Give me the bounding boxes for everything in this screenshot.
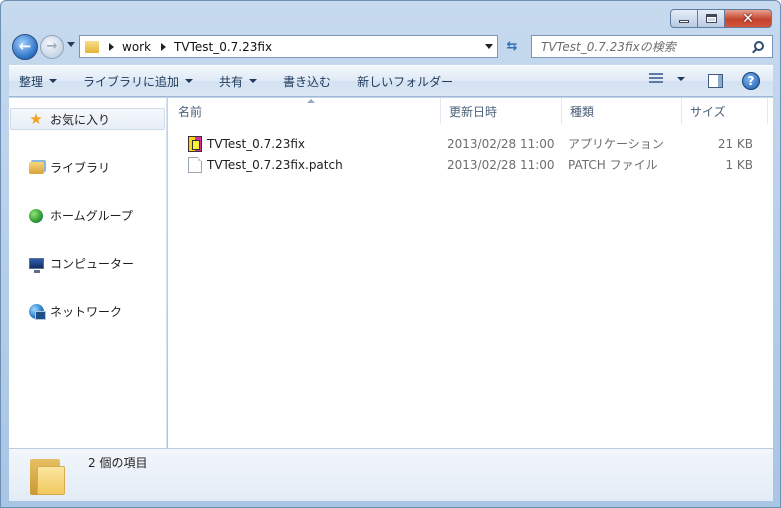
address-dropdown-icon[interactable] [485, 44, 493, 49]
organize-label: 整理 [19, 74, 44, 89]
organize-button[interactable]: 整理 [9, 70, 67, 92]
item-count: 2 個の項目 [88, 456, 148, 470]
burn-label: 書き込む [283, 74, 332, 89]
folder-icon [30, 457, 65, 495]
homegroup-icon [28, 208, 44, 224]
recent-pages-dropdown[interactable] [67, 42, 75, 47]
library-icon [28, 160, 44, 176]
forward-button[interactable]: → [40, 35, 64, 59]
file-size: 21 KB [717, 136, 753, 151]
file-list: 名前 更新日時 種類 サイズ TVTest_0.7.23fix 2013/02/… [168, 98, 773, 448]
sidebar-item-favorites[interactable]: ★ お気に入り [10, 108, 165, 130]
table-row[interactable]: TVTest_0.7.23fix.patch 2013/02/28 11:00 … [168, 154, 768, 175]
folder-icon [85, 40, 99, 53]
column-header-date[interactable]: 更新日時 [441, 98, 562, 124]
add-to-library-label: ライブラリに追加 [83, 74, 180, 89]
computer-icon [28, 256, 44, 273]
breadcrumb-work[interactable]: work [122, 40, 151, 54]
explorer-window: ✕ ← → work TVTest_0.7.23fix ⇆ TVTest_0.7… [0, 0, 781, 508]
change-view-button[interactable] [649, 73, 685, 85]
share-button[interactable]: 共有 [209, 70, 267, 92]
command-bar: 整理 ライブラリに追加 共有 書き込む 新しいフォルダー ? [9, 65, 773, 97]
column-header-type[interactable]: 種類 [562, 98, 682, 124]
view-details-icon [649, 73, 663, 85]
file-date: 2013/02/28 11:00 [447, 157, 555, 172]
column-header-name[interactable]: 名前 [168, 98, 441, 124]
refresh-button[interactable]: ⇆ [501, 35, 523, 58]
forward-arrow-icon: → [46, 38, 58, 54]
column-date-label: 更新日時 [449, 104, 498, 119]
address-bar[interactable]: work TVTest_0.7.23fix [79, 35, 498, 58]
burn-button[interactable]: 書き込む [273, 70, 341, 92]
close-icon: ✕ [742, 10, 754, 27]
file-type: アプリケーション [568, 137, 664, 151]
maximize-button[interactable] [698, 9, 725, 28]
new-folder-button[interactable]: 新しいフォルダー [347, 70, 463, 92]
sidebar-item-label: ライブラリ [50, 161, 111, 175]
sort-ascending-icon [307, 99, 315, 103]
chevron-down-icon [185, 79, 194, 83]
search-placeholder: TVTest_0.7.23fixの検索 [541, 40, 676, 54]
sidebar-item-label: ホームグループ [50, 209, 133, 223]
breadcrumb-chevron-icon[interactable] [109, 42, 114, 51]
close-button[interactable]: ✕ [725, 9, 772, 28]
share-label: 共有 [219, 74, 244, 89]
file-name-cell: TVTest_0.7.23fix.patch [168, 154, 441, 175]
back-arrow-icon: ← [18, 37, 32, 55]
column-headers: 名前 更新日時 種類 サイズ [168, 98, 773, 124]
sidebar-item-label: お気に入り [50, 112, 111, 127]
file-type: PATCH ファイル [568, 158, 658, 172]
search-box[interactable]: TVTest_0.7.23fixの検索 [531, 35, 773, 58]
sidebar-item-label: ネットワーク [50, 305, 123, 319]
minimize-icon [679, 20, 689, 23]
application-icon [188, 135, 202, 152]
new-folder-label: 新しいフォルダー [357, 74, 454, 89]
table-row[interactable]: TVTest_0.7.23fix 2013/02/28 11:00 アプリケーシ… [168, 133, 768, 154]
navigation-pane: ★ お気に入り ライブラリ ホームグループ コンピューター ネットワーク [9, 98, 167, 448]
chevron-down-icon [249, 79, 258, 83]
network-icon [28, 304, 46, 320]
document-icon [188, 156, 202, 173]
help-button[interactable]: ? [742, 72, 760, 90]
chevron-down-icon [49, 79, 58, 83]
help-icon: ? [747, 74, 755, 88]
details-pane: 2 個の項目 [9, 448, 773, 501]
column-type-label: 種類 [570, 104, 595, 119]
breadcrumb-current[interactable]: TVTest_0.7.23fix [174, 40, 272, 54]
maximize-icon [705, 14, 717, 23]
file-name-cell: TVTest_0.7.23fix [168, 133, 441, 154]
sidebar-item-homegroup[interactable]: ホームグループ [28, 207, 133, 224]
chevron-down-icon [677, 77, 685, 81]
breadcrumb-chevron-icon[interactable] [161, 42, 167, 51]
column-size-label: サイズ [690, 104, 726, 119]
refresh-icon: ⇆ [506, 39, 518, 54]
sidebar-item-label: コンピューター [50, 257, 135, 271]
back-button[interactable]: ← [12, 34, 38, 60]
preview-pane-button[interactable] [708, 74, 723, 88]
file-date: 2013/02/28 11:00 [447, 136, 555, 151]
sidebar-item-network[interactable]: ネットワーク [28, 303, 122, 320]
column-header-size[interactable]: サイズ [682, 98, 768, 124]
star-icon: ★ [29, 110, 43, 128]
sidebar-item-computer[interactable]: コンピューター [28, 255, 135, 273]
file-name: TVTest_0.7.23fix [207, 136, 305, 151]
column-name-label: 名前 [178, 104, 203, 119]
file-name: TVTest_0.7.23fix.patch [207, 157, 343, 172]
search-icon[interactable] [754, 41, 764, 51]
caption-buttons: ✕ [670, 9, 772, 28]
add-to-library-button[interactable]: ライブラリに追加 [73, 70, 203, 92]
sidebar-item-libraries[interactable]: ライブラリ [28, 159, 110, 176]
file-size: 1 KB [725, 157, 753, 172]
minimize-button[interactable] [670, 9, 698, 28]
